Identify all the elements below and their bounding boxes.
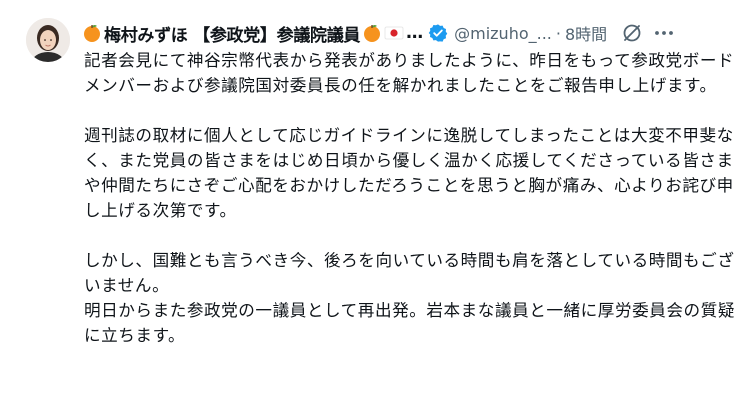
grok-icon[interactable]: [621, 22, 643, 44]
tweet-paragraph: 明日からまた参政党の一議員として再出発。岩本まな議員と一緒に厚労委員会の質疑に立…: [84, 301, 735, 345]
tweet-paragraph: 記者会見にて神谷宗幣代表から発表がありましたように、昨日をもって参政党ボードメン…: [84, 51, 735, 95]
tweet-header: 梅村みずほ 【参政党】参議院議員 … @mizuho_... · 8時間: [82, 18, 742, 48]
timestamp-link[interactable]: 8時間: [565, 21, 607, 45]
tweet-paragraph: しかし、国難とも言うべき今、後ろを向いている時間も肩を落としている時間もございま…: [84, 251, 735, 295]
japan-flag-icon: [384, 26, 404, 40]
orange-emoji-icon: [364, 25, 381, 42]
avatar-portrait: [26, 18, 70, 62]
tweet-paragraph: 週刊誌の取材に個人として応じガイドラインに逸脱してしまったことは大変不甲斐なく、…: [84, 126, 734, 220]
tweet-body: 記者会見にて神谷宗幣代表から発表がありましたように、昨日をもって参政党ボードメン…: [84, 48, 744, 348]
name-ellipsis: …: [406, 23, 424, 43]
user-handle[interactable]: @mizuho_...: [454, 24, 552, 43]
display-name[interactable]: 梅村みずほ 【参政党】参議院議員: [104, 21, 360, 46]
more-options-icon[interactable]: [653, 22, 675, 44]
avatar[interactable]: [26, 18, 70, 62]
tweet-card: 梅村みずほ 【参政党】参議院議員 … @mizuho_... · 8時間 記者会…: [0, 0, 755, 408]
verified-badge-icon[interactable]: [428, 23, 448, 43]
orange-emoji-icon: [84, 25, 100, 42]
separator-dot: ·: [555, 23, 561, 43]
